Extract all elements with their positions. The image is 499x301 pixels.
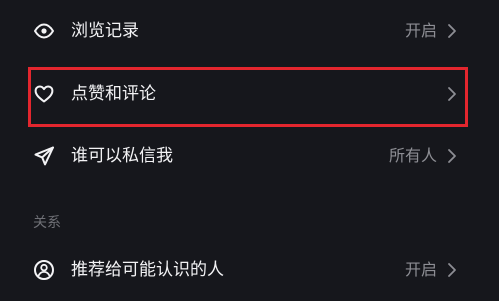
heart-icon (33, 83, 55, 105)
likes-comments-row[interactable]: 点赞和评论 (0, 63, 499, 125)
person-circle-icon (33, 259, 55, 281)
chevron-right-icon (446, 23, 458, 39)
who-can-message-row[interactable]: 谁可以私信我 所有人 (0, 125, 499, 187)
recommend-to-acquaintances-value: 开启 (404, 260, 437, 279)
send-icon (33, 145, 55, 167)
recommend-to-acquaintances-row[interactable]: 推荐给可能认识的人 开启 (0, 239, 499, 301)
who-can-message-label: 谁可以私信我 (71, 146, 173, 166)
browsing-history-value: 开启 (404, 21, 437, 40)
likes-comments-label: 点赞和评论 (71, 84, 156, 104)
who-can-message-value: 所有人 (388, 146, 437, 165)
chevron-right-icon (446, 86, 458, 102)
relations-section-title: 关系 (33, 215, 61, 231)
browsing-history-label: 浏览记录 (71, 21, 139, 41)
chevron-right-icon (446, 148, 458, 164)
eye-icon (33, 20, 55, 42)
recommend-to-acquaintances-label: 推荐给可能认识的人 (71, 260, 224, 280)
chevron-right-icon (446, 262, 458, 278)
browsing-history-row[interactable]: 浏览记录 开启 (0, 0, 499, 62)
